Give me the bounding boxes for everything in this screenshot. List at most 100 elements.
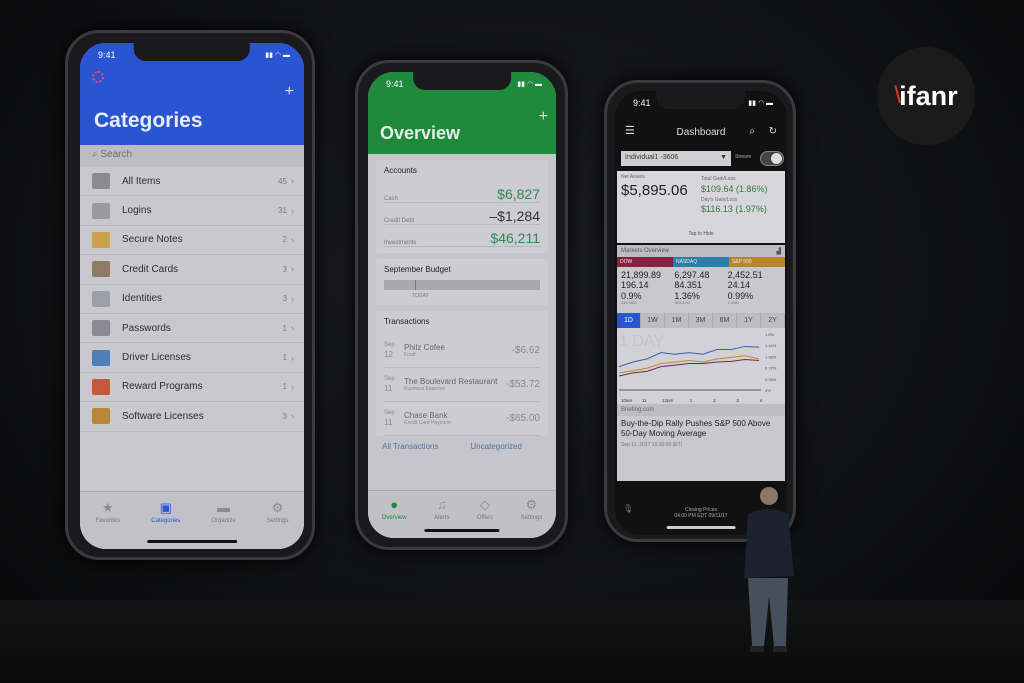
item-label: Driver Licenses <box>122 352 191 364</box>
range-6M[interactable]: 6M <box>713 312 737 328</box>
markets-overview: Markets Overview ▟ DOW NASDAQ S&P 500 21,89… <box>617 245 785 481</box>
index-2-header[interactable]: S&P 500 <box>729 257 785 267</box>
account-row[interactable]: Cash $6,827 <box>384 181 540 203</box>
range-1D[interactable]: 1D <box>617 312 641 328</box>
credit-card-icon <box>92 261 110 278</box>
stream-toggle[interactable] <box>760 151 784 166</box>
search-icon[interactable]: ⌕ <box>749 126 755 137</box>
x-tick-label: 11 <box>642 398 647 403</box>
stream-label: Stream <box>735 154 752 160</box>
account-dropdown[interactable]: Individual1 -3606 ▼ <box>621 151 731 166</box>
market-line-chart: 1 DAY 1.8% 1.44% 1.08% 0.72% 0.36% 0% 10am 11 12p… <box>617 327 785 404</box>
category: Business Expense <box>404 386 446 392</box>
account-row[interactable]: Investments $46,211 <box>384 225 540 247</box>
net-assets-value: $5,895.06 <box>621 182 688 199</box>
list-item[interactable]: Software Licenses 3 › <box>80 402 304 432</box>
tab-label: Alerts <box>434 515 450 521</box>
day-gain-label: Day's Gain/Loss <box>701 197 738 203</box>
list-item[interactable]: Reward Programs 1 › <box>80 373 304 403</box>
settings-icon: ⚙ <box>525 497 538 512</box>
name: The Boulevard Restaurant <box>404 377 498 386</box>
list-item[interactable]: Driver Licenses 1 › <box>80 343 304 373</box>
range-1W[interactable]: 1W <box>641 312 665 328</box>
home-indicator[interactable] <box>147 540 237 543</box>
tap-to-hide[interactable]: Tap to Hide <box>617 231 785 237</box>
tab-label: Favorites <box>95 518 121 524</box>
add-icon[interactable]: + <box>539 108 548 126</box>
uncategorized-link[interactable]: Uncategorized <box>470 442 522 451</box>
budget-card[interactable]: September Budget TODAY <box>376 259 548 305</box>
item-count: 1 <box>282 323 287 333</box>
list-item[interactable]: Credit Cards 3 › <box>80 255 304 285</box>
account-row[interactable]: Credit Debt –$1,284 <box>384 203 540 225</box>
news-headline[interactable]: Buy-the-Dip Rally Pushes S&P 500 Above 5… <box>617 416 785 443</box>
chevron-right-icon: › <box>291 264 294 275</box>
chevron-right-icon: › <box>291 293 294 304</box>
item-label: Logins <box>122 205 152 217</box>
item-label: Credit Cards <box>122 263 179 275</box>
chevron-right-icon: › <box>291 205 294 216</box>
item-label: Identities <box>122 293 163 305</box>
list-item[interactable]: Passwords 1 › <box>80 314 304 344</box>
transaction-row[interactable]: Sep 11 The Boulevard Restaurant Business Ex… <box>384 368 540 402</box>
tab-label: Settings <box>266 518 289 524</box>
chart-title: 1 DAY <box>619 333 664 350</box>
accounts-card[interactable]: Accounts Cash $6,827 Credit Debt –$1,284 Inv… <box>376 160 548 253</box>
phone-categories: 9:41 ▮▮ ◠ ▬ + Categories ⌕ Search All It… <box>65 30 315 560</box>
index-values: 21,899.89 196.14 0.9% 244.98M 6,297.48 84.351… <box>617 267 785 309</box>
account-value: $46,211 <box>490 230 540 246</box>
index-1-header[interactable]: NASDAQ <box>673 257 729 267</box>
reward-icon <box>92 378 110 395</box>
transaction-row[interactable]: Sep 11 Chase Bank Credit Card Payment -$65.0… <box>384 402 540 436</box>
day: 11 <box>384 418 393 428</box>
month: Sep <box>384 375 395 382</box>
key-icon <box>92 202 110 219</box>
item-label: Software Licenses <box>122 410 204 422</box>
net-assets-panel[interactable]: Net Assets $5,895.06 Total Gain/Loss $10… <box>617 171 785 243</box>
account-label: Cash <box>384 196 399 202</box>
categories-screen: 9:41 ▮▮ ◠ ▬ + Categories ⌕ Search All It… <box>80 43 304 549</box>
all-transactions-link[interactable]: All Transactions <box>382 442 438 451</box>
microphone-icon[interactable]: 🎙 <box>623 504 633 513</box>
chart-icon[interactable]: ▟ <box>776 248 781 255</box>
item-count: 1 <box>282 353 287 363</box>
favorites-icon: ★ <box>102 500 114 515</box>
refresh-icon[interactable]: ↻ <box>769 126 777 137</box>
account-label: Investments <box>384 240 417 246</box>
presenter-figure <box>744 487 794 652</box>
transaction-name: The Boulevard Restaurant Business Expense <box>404 377 506 392</box>
index-0-header[interactable]: DOW <box>617 257 673 267</box>
home-indicator[interactable] <box>424 529 500 532</box>
chevron-right-icon: › <box>291 352 294 363</box>
chevron-right-icon: › <box>291 323 294 334</box>
chevron-right-icon: › <box>291 411 294 422</box>
index-volume: 363.22M <box>674 300 690 306</box>
range-2Y[interactable]: 2Y <box>761 312 785 328</box>
search-input[interactable]: ⌕ Search <box>80 145 304 167</box>
transaction-name: Chase Bank Credit Card Payment <box>404 411 506 426</box>
add-icon[interactable]: + <box>285 83 294 101</box>
category: Food <box>404 352 416 358</box>
tab-settings[interactable]: ⚙ Settings <box>521 497 543 538</box>
y-tick-label: 0.36% <box>765 376 777 381</box>
tab-settings[interactable]: ⚙ Settings <box>267 500 289 549</box>
budget-bar <box>384 280 540 290</box>
transaction-row[interactable]: Sep 12 Philz Cofee Food -$6.62 <box>384 334 540 368</box>
account-label: Credit Debt <box>384 218 415 224</box>
range-3M[interactable]: 3M <box>689 312 713 328</box>
page-title: Overview <box>380 123 461 143</box>
range-1Y[interactable]: 1Y <box>737 312 761 328</box>
y-tick-label: 1.8% <box>765 332 775 337</box>
tab-overview[interactable]: ● Overview <box>382 497 407 538</box>
page-title: Categories <box>94 109 203 132</box>
list-item[interactable]: Secure Notes 2 › <box>80 226 304 256</box>
status-time: 9:41 <box>98 50 116 60</box>
range-1M[interactable]: 1M <box>665 312 689 328</box>
name: Chase Bank <box>404 411 448 420</box>
list-item[interactable]: Logins 31 › <box>80 196 304 226</box>
transaction-amount: -$65.00 <box>506 413 540 424</box>
list-item[interactable]: All Items 45 › <box>80 167 304 197</box>
home-indicator[interactable] <box>666 526 736 529</box>
list-item[interactable]: Identities 3 › <box>80 285 304 314</box>
tab-favorites[interactable]: ★ Favorites <box>96 500 121 549</box>
